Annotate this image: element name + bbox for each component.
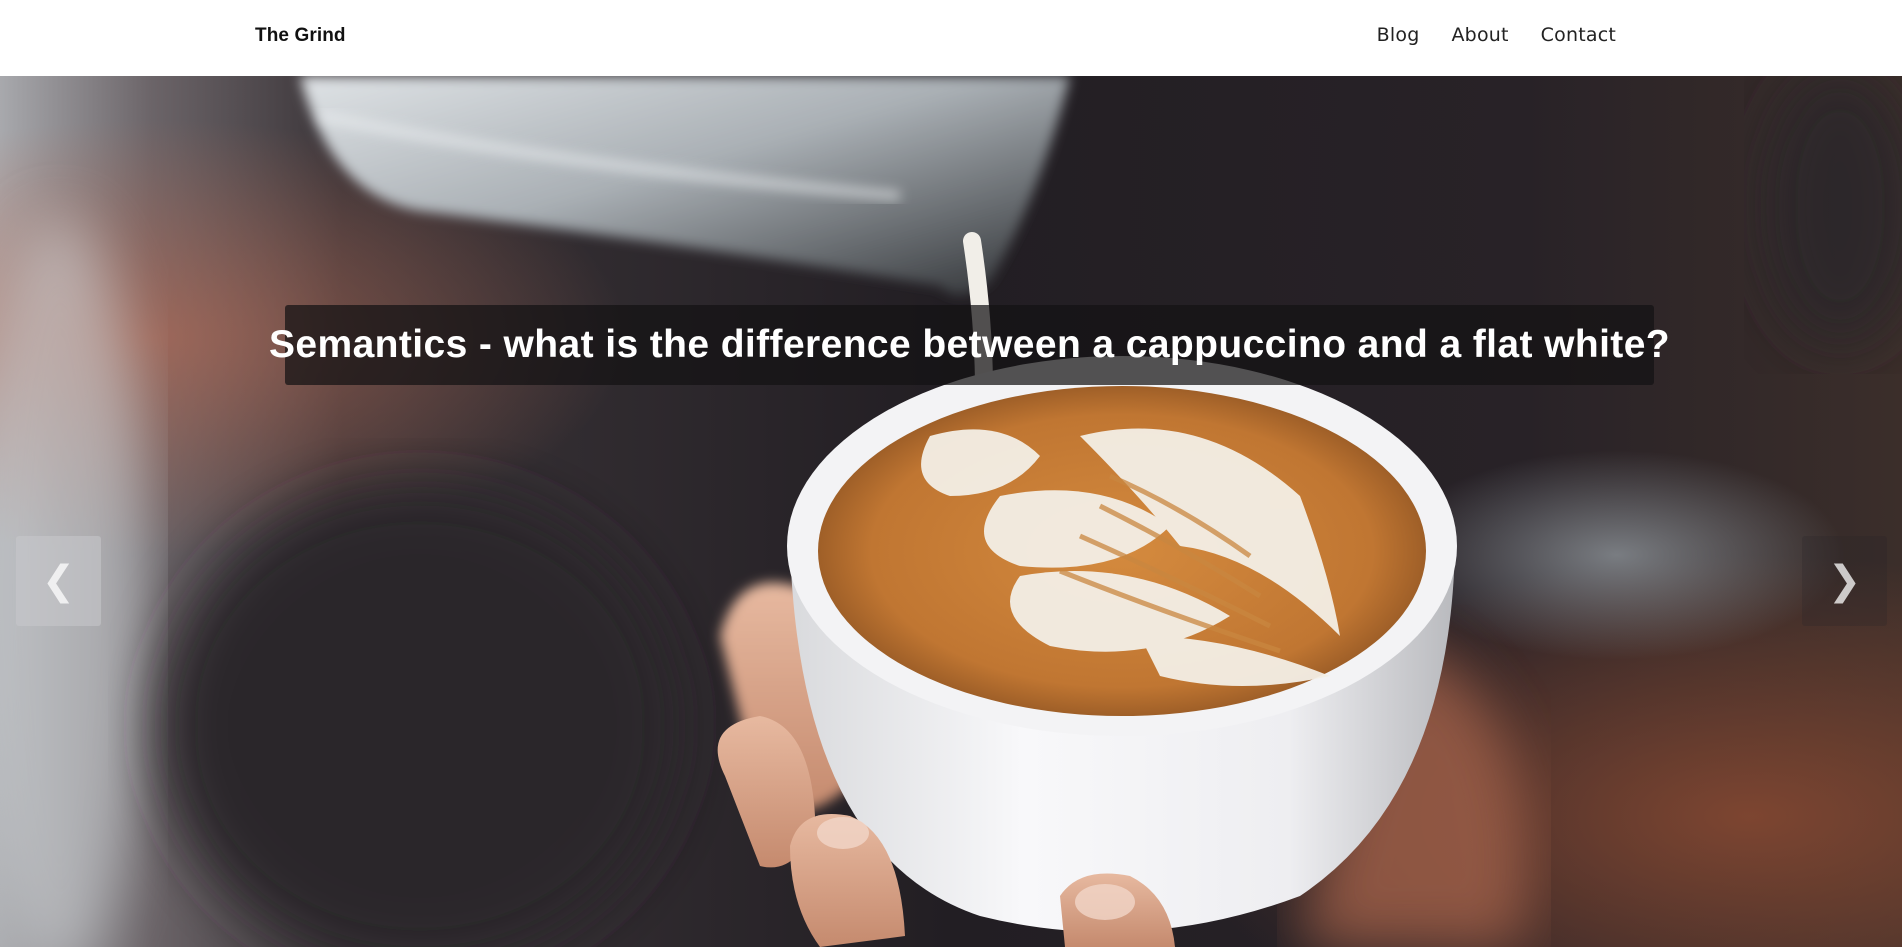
brand-logo[interactable]: The Grind: [255, 25, 346, 47]
nav-link-about[interactable]: About: [1451, 24, 1508, 46]
hero-carousel: Semantics - what is the difference betwe…: [0, 76, 1902, 947]
hero-image: [0, 76, 1902, 947]
site-header: The Grind Blog About Contact: [0, 0, 1902, 76]
slide-caption: Semantics - what is the difference betwe…: [269, 305, 1670, 385]
chevron-right-icon: ❯: [1827, 558, 1862, 604]
slide-title: Semantics - what is the difference betwe…: [268, 323, 1671, 366]
nav-link-blog[interactable]: Blog: [1377, 24, 1420, 46]
main-nav: Blog About Contact: [1377, 24, 1616, 46]
carousel-prev-button[interactable]: ❮: [16, 536, 101, 626]
carousel-next-button[interactable]: ❯: [1802, 536, 1887, 626]
nav-link-contact[interactable]: Contact: [1541, 24, 1616, 46]
chevron-left-icon: ❮: [41, 558, 76, 604]
